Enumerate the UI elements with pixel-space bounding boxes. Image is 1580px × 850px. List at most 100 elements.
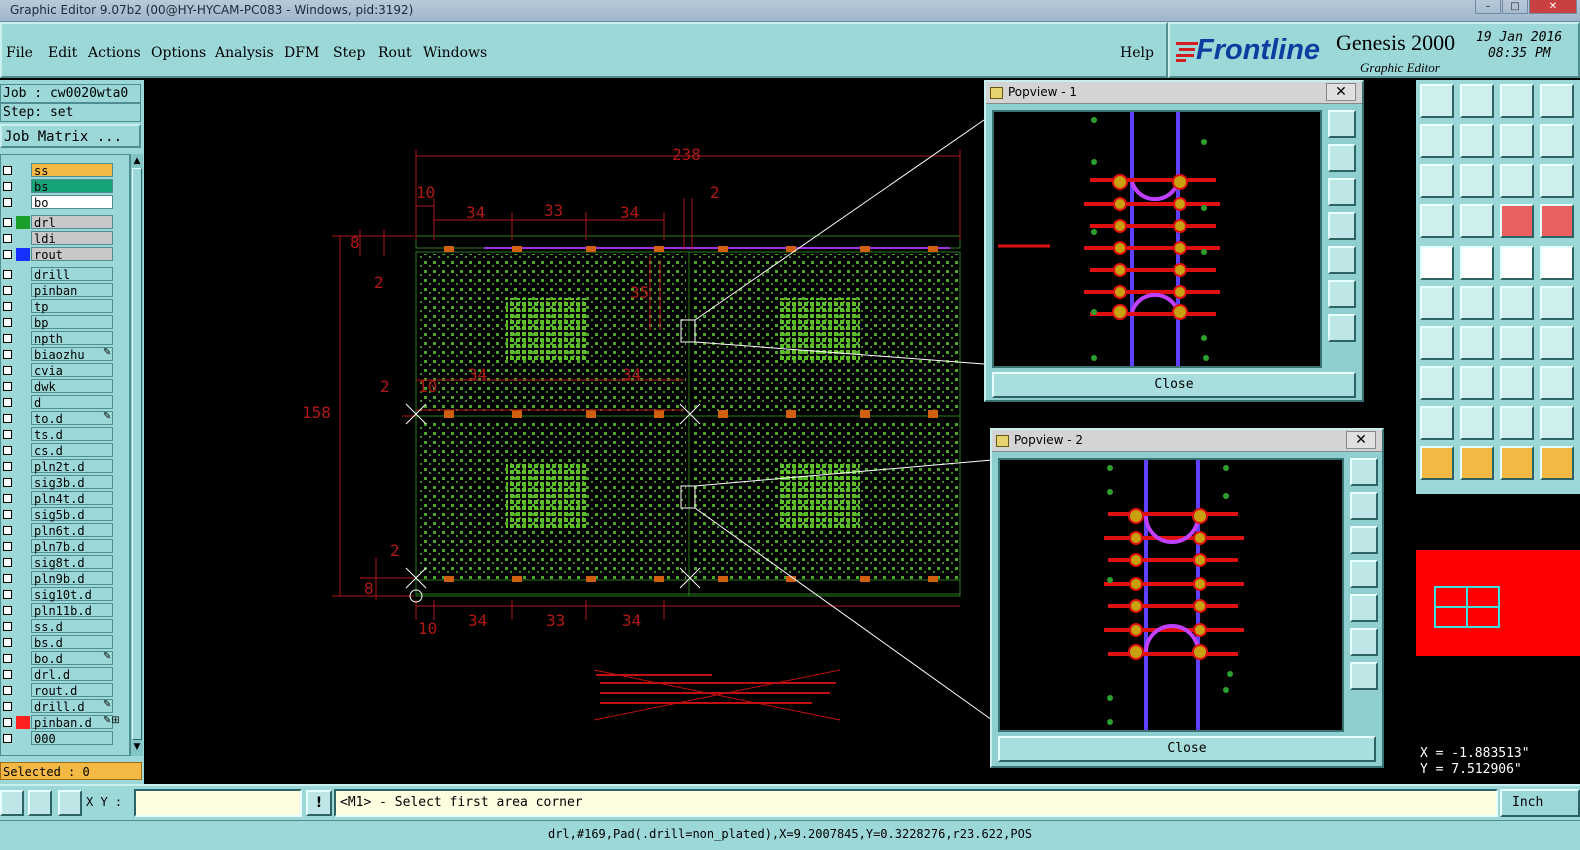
layer-row[interactable]: bp	[1, 315, 129, 330]
pointer-multi-icon[interactable]	[1540, 446, 1574, 480]
layer-color-swatch[interactable]	[16, 604, 30, 617]
highlight-icon[interactable]	[1500, 204, 1534, 238]
layer-color-swatch[interactable]	[16, 652, 30, 665]
layer-row[interactable]: cvia	[1, 363, 129, 378]
layer-checkbox[interactable]	[3, 494, 12, 503]
layer-color-swatch[interactable]	[16, 492, 30, 505]
layer-checkbox[interactable]	[3, 350, 12, 359]
layer-name[interactable]: bs.d	[31, 635, 113, 650]
layer-checkbox[interactable]	[3, 382, 12, 391]
layer-color-swatch[interactable]	[16, 540, 30, 553]
layer-checkbox[interactable]	[3, 414, 12, 423]
layer-checkbox[interactable]	[3, 286, 12, 295]
snap-mode-icon[interactable]	[0, 790, 24, 816]
menu-help[interactable]: Help	[1120, 45, 1154, 61]
units-selector[interactable]: Inch	[1500, 789, 1580, 817]
layer-color-swatch[interactable]	[16, 716, 30, 729]
layer-name[interactable]: rout	[31, 247, 113, 262]
home-icon[interactable]	[1500, 84, 1534, 118]
menu-edit[interactable]: Edit	[48, 45, 77, 61]
layer-color-swatch[interactable]	[16, 232, 30, 245]
highlight-all-icon[interactable]	[1540, 204, 1574, 238]
layer-color-swatch[interactable]	[16, 700, 30, 713]
layer-checkbox[interactable]	[3, 718, 12, 727]
layer-checkbox[interactable]	[3, 166, 12, 175]
layer-name[interactable]: pinban	[31, 283, 113, 298]
arch-point-icon[interactable]	[1540, 406, 1574, 440]
scroll-down-arrow-icon[interactable]: ▼	[132, 742, 142, 752]
alert-icon[interactable]: !	[306, 790, 332, 816]
layer-name[interactable]: rout.d	[31, 683, 113, 698]
layer-checkbox[interactable]	[3, 526, 12, 535]
layer-row[interactable]: 000	[1, 731, 129, 746]
minimize-button[interactable]: –	[1475, 0, 1501, 14]
layer-name[interactable]: ldi	[31, 231, 113, 246]
graphic-canvas[interactable]: 238 10 2 34 33 34 8 2 35 158 2 10 34 34 …	[144, 80, 1416, 784]
layer-color-swatch[interactable]	[16, 284, 30, 297]
layer-checkbox[interactable]	[3, 670, 12, 679]
layer-name[interactable]: bs	[31, 179, 113, 194]
layer-name[interactable]: drl	[31, 215, 113, 230]
layer-name[interactable]: pln7b.d	[31, 539, 113, 554]
job-matrix-button[interactable]: Job Matrix ...	[0, 124, 141, 148]
bracket-icon[interactable]	[1540, 326, 1574, 360]
layer-color-swatch[interactable]	[16, 268, 30, 281]
layer-checkbox[interactable]	[3, 250, 12, 259]
layer-checkbox[interactable]	[3, 218, 12, 227]
maximize-button[interactable]: □	[1502, 0, 1528, 14]
layer-list-scrollbar[interactable]: ▲ ▼	[130, 154, 143, 756]
layer-row[interactable]: sig3b.d	[1, 475, 129, 490]
layer-row[interactable]: bs.d	[1, 635, 129, 650]
layer-name[interactable]: pln4t.d	[31, 491, 113, 506]
layer-row[interactable]: pln7b.d	[1, 539, 129, 554]
layer-checkbox[interactable]	[3, 318, 12, 327]
layer-name[interactable]: pinban.d	[31, 715, 113, 730]
zoom-down-icon[interactable]	[1350, 526, 1378, 554]
layer-row[interactable]: bo	[1, 195, 129, 210]
layer-checkbox[interactable]	[3, 198, 12, 207]
pan-right-icon[interactable]	[1350, 594, 1378, 622]
layer-color-swatch[interactable]	[16, 444, 30, 457]
layer-row[interactable]: drl	[1, 215, 129, 230]
pair-icon[interactable]	[1540, 366, 1574, 400]
layer-color-swatch[interactable]	[16, 428, 30, 441]
pan-left-icon[interactable]	[1350, 560, 1378, 588]
layer-name[interactable]: drill	[31, 267, 113, 282]
ruler-icon[interactable]	[1500, 246, 1534, 280]
zoom-center-icon[interactable]	[1460, 164, 1494, 198]
triangle-icon[interactable]	[1420, 406, 1454, 440]
layer-checkbox[interactable]	[3, 270, 12, 279]
layer-name[interactable]: ss.d	[31, 619, 113, 634]
layer-row[interactable]: rout	[1, 247, 129, 262]
diagonal-icon[interactable]	[1460, 326, 1494, 360]
layer-row[interactable]: ts.d	[1, 427, 129, 442]
layer-name[interactable]: bo	[31, 195, 113, 210]
layer-name[interactable]: ts.d	[31, 427, 113, 442]
menu-options[interactable]: Options	[151, 45, 206, 61]
layer-checkbox[interactable]	[3, 734, 12, 743]
layer-name[interactable]: pln6t.d	[31, 523, 113, 538]
menu-dfm[interactable]: DFM	[284, 45, 319, 61]
dot-icon[interactable]	[1420, 366, 1454, 400]
layer-row[interactable]: npth	[1, 331, 129, 346]
layer-color-swatch[interactable]	[16, 316, 30, 329]
pointer-area-icon[interactable]	[1460, 446, 1494, 480]
popview-2-viewport[interactable]	[998, 458, 1344, 732]
layer-name[interactable]: bp	[31, 315, 113, 330]
layers-icon[interactable]	[1540, 124, 1574, 158]
zoom-out-icon[interactable]	[1350, 662, 1378, 690]
layer-checkbox[interactable]	[3, 478, 12, 487]
circle-icon[interactable]	[1540, 246, 1574, 280]
layer-row[interactable]: bs	[1, 179, 129, 194]
layer-color-swatch[interactable]	[16, 300, 30, 313]
layer-row[interactable]: dwk	[1, 379, 129, 394]
layer-checkbox[interactable]	[3, 542, 12, 551]
angle-icon[interactable]	[1420, 326, 1454, 360]
layer-row[interactable]: biaozhu ✎	[1, 347, 129, 362]
layer-color-swatch[interactable]	[16, 180, 30, 193]
layer-row[interactable]: tp	[1, 299, 129, 314]
xy-input[interactable]	[134, 789, 302, 817]
zoom-out-icon[interactable]	[1328, 314, 1356, 342]
pan-left-icon[interactable]	[1328, 212, 1356, 240]
rotate-icon[interactable]	[1500, 326, 1534, 360]
